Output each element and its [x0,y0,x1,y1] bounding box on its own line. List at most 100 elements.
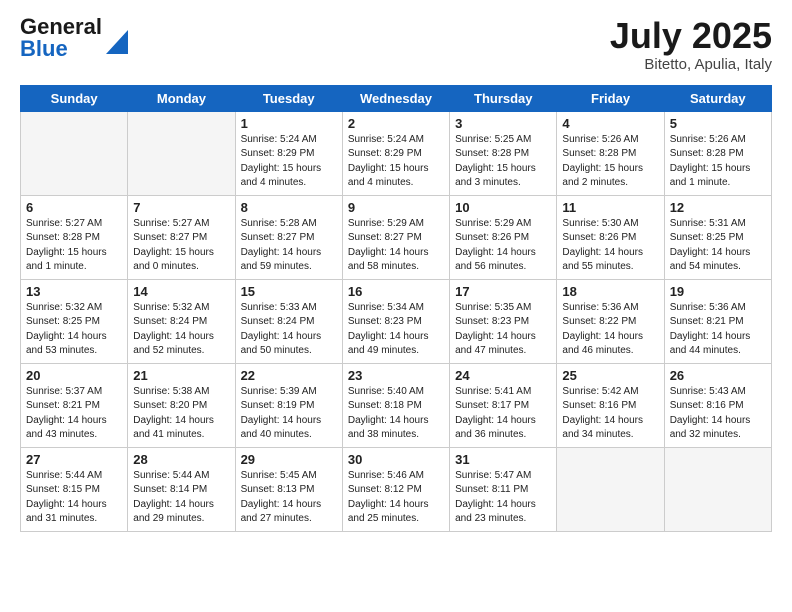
location: Bitetto, Apulia, Italy [610,56,772,73]
day-info: Sunrise: 5:44 AM Sunset: 8:14 PM Dayligh… [133,469,229,527]
day-info: Sunrise: 5:29 AM Sunset: 8:27 PM Dayligh… [348,217,444,275]
day-number: 5 [670,116,766,131]
day-info: Sunrise: 5:37 AM Sunset: 8:21 PM Dayligh… [26,385,122,443]
page: General Blue July 2025 Bitetto, Apulia, … [0,0,792,612]
day-number: 11 [562,200,658,215]
day-info: Sunrise: 5:44 AM Sunset: 8:15 PM Dayligh… [26,469,122,527]
day-info: Sunrise: 5:32 AM Sunset: 8:25 PM Dayligh… [26,301,122,359]
day-number: 30 [348,452,444,467]
week-row-2: 6Sunrise: 5:27 AM Sunset: 8:28 PM Daylig… [21,195,772,279]
calendar-cell: 5 Sunrise: 5:26 AM Sunset: 8:28 PM Daylig… [664,111,771,195]
calendar-cell: 10Sunrise: 5:29 AM Sunset: 8:26 PM Dayli… [450,195,557,279]
day-number: 20 [26,368,122,383]
day-number: 7 [133,200,229,215]
calendar-cell: 2 Sunrise: 5:24 AM Sunset: 8:29 PM Daylig… [342,111,449,195]
day-number: 13 [26,284,122,299]
day-info: Sunrise: 5:24 AM Sunset: 8:29 PM Dayligh… [348,133,444,191]
logo-text: General [20,16,102,38]
week-row-4: 20 Sunrise: 5:37 AM Sunset: 8:21 PM Dayli… [21,363,772,447]
calendar-cell: 27Sunrise: 5:44 AM Sunset: 8:15 PM Dayli… [21,447,128,531]
day-number: 16 [348,284,444,299]
weekday-header-row: SundayMondayTuesdayWednesdayThursdayFrid… [21,85,772,111]
calendar-cell: 31 Sunrise: 5:47 AM Sunset: 8:11 PM Dayli… [450,447,557,531]
week-row-1: 1 Sunrise: 5:24 AM Sunset: 8:29 PM Daylig… [21,111,772,195]
day-number: 1 [241,116,337,131]
logo-blue-text: Blue [20,38,102,60]
calendar-cell: 14 Sunrise: 5:32 AM Sunset: 8:24 PM Dayli… [128,279,235,363]
day-info: Sunrise: 5:36 AM Sunset: 8:21 PM Dayligh… [670,301,766,359]
day-number: 19 [670,284,766,299]
calendar-cell: 1 Sunrise: 5:24 AM Sunset: 8:29 PM Daylig… [235,111,342,195]
logo: General Blue [20,16,128,60]
calendar-cell: 8 Sunrise: 5:28 AM Sunset: 8:27 PM Daylig… [235,195,342,279]
weekday-header-monday: Monday [128,85,235,111]
day-number: 23 [348,368,444,383]
calendar-cell: 28 Sunrise: 5:44 AM Sunset: 8:14 PM Dayli… [128,447,235,531]
logo-icon [106,22,128,54]
calendar-cell: 11 Sunrise: 5:30 AM Sunset: 8:26 PM Dayli… [557,195,664,279]
day-number: 31 [455,452,551,467]
day-number: 6 [26,200,122,215]
day-info: Sunrise: 5:33 AM Sunset: 8:24 PM Dayligh… [241,301,337,359]
day-info: Sunrise: 5:39 AM Sunset: 8:19 PM Dayligh… [241,385,337,443]
day-number: 28 [133,452,229,467]
day-number: 24 [455,368,551,383]
calendar-cell: 15 Sunrise: 5:33 AM Sunset: 8:24 PM Dayli… [235,279,342,363]
calendar-cell: 23 Sunrise: 5:40 AM Sunset: 8:18 PM Dayli… [342,363,449,447]
day-info: Sunrise: 5:29 AM Sunset: 8:26 PM Dayligh… [455,217,551,275]
calendar-cell: 4Sunrise: 5:26 AM Sunset: 8:28 PM Daylig… [557,111,664,195]
day-number: 14 [133,284,229,299]
day-number: 3 [455,116,551,131]
day-info: Sunrise: 5:26 AM Sunset: 8:28 PM Dayligh… [670,133,766,191]
day-info: Sunrise: 5:38 AM Sunset: 8:20 PM Dayligh… [133,385,229,443]
header-right: July 2025 Bitetto, Apulia, Italy [610,16,772,73]
day-info: Sunrise: 5:28 AM Sunset: 8:27 PM Dayligh… [241,217,337,275]
calendar-cell: 19 Sunrise: 5:36 AM Sunset: 8:21 PM Dayli… [664,279,771,363]
weekday-header-saturday: Saturday [664,85,771,111]
calendar-cell: 17 Sunrise: 5:35 AM Sunset: 8:23 PM Dayli… [450,279,557,363]
day-number: 8 [241,200,337,215]
day-number: 15 [241,284,337,299]
day-info: Sunrise: 5:41 AM Sunset: 8:17 PM Dayligh… [455,385,551,443]
calendar-cell [664,447,771,531]
day-info: Sunrise: 5:36 AM Sunset: 8:22 PM Dayligh… [562,301,658,359]
calendar-cell [128,111,235,195]
day-number: 21 [133,368,229,383]
week-row-5: 27Sunrise: 5:44 AM Sunset: 8:15 PM Dayli… [21,447,772,531]
day-info: Sunrise: 5:25 AM Sunset: 8:28 PM Dayligh… [455,133,551,191]
weekday-header-tuesday: Tuesday [235,85,342,111]
header: General Blue July 2025 Bitetto, Apulia, … [20,16,772,73]
day-number: 25 [562,368,658,383]
day-info: Sunrise: 5:34 AM Sunset: 8:23 PM Dayligh… [348,301,444,359]
day-info: Sunrise: 5:47 AM Sunset: 8:11 PM Dayligh… [455,469,551,527]
day-info: Sunrise: 5:32 AM Sunset: 8:24 PM Dayligh… [133,301,229,359]
day-number: 22 [241,368,337,383]
week-row-3: 13 Sunrise: 5:32 AM Sunset: 8:25 PM Dayli… [21,279,772,363]
weekday-header-thursday: Thursday [450,85,557,111]
weekday-header-friday: Friday [557,85,664,111]
day-info: Sunrise: 5:24 AM Sunset: 8:29 PM Dayligh… [241,133,337,191]
logo-blue: Blue [20,36,68,61]
day-info: Sunrise: 5:40 AM Sunset: 8:18 PM Dayligh… [348,385,444,443]
calendar: SundayMondayTuesdayWednesdayThursdayFrid… [20,85,772,532]
calendar-cell: 21 Sunrise: 5:38 AM Sunset: 8:20 PM Dayli… [128,363,235,447]
calendar-cell: 29Sunrise: 5:45 AM Sunset: 8:13 PM Dayli… [235,447,342,531]
calendar-cell: 7Sunrise: 5:27 AM Sunset: 8:27 PM Daylig… [128,195,235,279]
month-title: July 2025 [610,16,772,56]
calendar-cell: 12Sunrise: 5:31 AM Sunset: 8:25 PM Dayli… [664,195,771,279]
calendar-cell: 16 Sunrise: 5:34 AM Sunset: 8:23 PM Dayli… [342,279,449,363]
calendar-cell: 24 Sunrise: 5:41 AM Sunset: 8:17 PM Dayli… [450,363,557,447]
calendar-cell: 25Sunrise: 5:42 AM Sunset: 8:16 PM Dayli… [557,363,664,447]
calendar-cell: 3 Sunrise: 5:25 AM Sunset: 8:28 PM Daylig… [450,111,557,195]
calendar-cell: 18 Sunrise: 5:36 AM Sunset: 8:22 PM Dayli… [557,279,664,363]
weekday-header-wednesday: Wednesday [342,85,449,111]
calendar-cell [21,111,128,195]
day-number: 12 [670,200,766,215]
calendar-cell: 26Sunrise: 5:43 AM Sunset: 8:16 PM Dayli… [664,363,771,447]
day-number: 2 [348,116,444,131]
day-info: Sunrise: 5:35 AM Sunset: 8:23 PM Dayligh… [455,301,551,359]
day-info: Sunrise: 5:30 AM Sunset: 8:26 PM Dayligh… [562,217,658,275]
calendar-cell: 13 Sunrise: 5:32 AM Sunset: 8:25 PM Dayli… [21,279,128,363]
day-number: 18 [562,284,658,299]
day-number: 17 [455,284,551,299]
